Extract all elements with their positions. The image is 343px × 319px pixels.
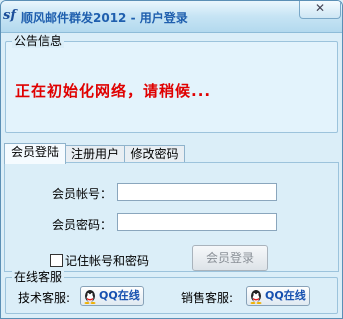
announcement-legend: 公告信息 <box>12 34 65 48</box>
tab-change-password[interactable]: 修改密码 <box>124 145 185 163</box>
close-icon: ✕ <box>314 1 326 15</box>
announcement-panel: 公告信息 正在初始化网络，请稍候... <box>5 34 338 133</box>
tab-member-login[interactable]: 会员登陆 <box>4 143 66 164</box>
account-label: 会员帐号： <box>52 187 113 201</box>
password-label: 会员密码： <box>52 218 113 232</box>
online-support-legend: 在线客服 <box>12 270 65 284</box>
announcement-message: 正在初始化网络，请稍候... <box>15 82 212 100</box>
tech-qq-label: QQ在线 <box>99 289 140 302</box>
online-support-panel: 在线客服 技术客服: QQ在线 销售客服: QQ在线 <box>5 270 338 314</box>
tab-register[interactable]: 注册用户 <box>65 145 125 163</box>
sales-support-qq-button[interactable]: QQ在线 <box>246 286 310 306</box>
password-input[interactable] <box>117 213 277 231</box>
tech-support-qq-button[interactable]: QQ在线 <box>80 286 144 306</box>
login-window: sf 顺风邮件群发2012 - 用户登录 ✕ 公告信息 正在初始化网络，请稍候.… <box>0 0 343 319</box>
qq-penguin-icon <box>84 290 96 304</box>
title-bar[interactable]: sf 顺风邮件群发2012 - 用户登录 ✕ <box>1 1 342 33</box>
qq-penguin-icon <box>250 290 262 304</box>
account-input[interactable] <box>117 183 277 201</box>
close-button[interactable]: ✕ <box>299 1 341 19</box>
remember-label[interactable]: 记住帐号和密码 <box>65 252 149 269</box>
login-button[interactable]: 会员登录 <box>192 245 268 271</box>
window-title: 顺风邮件群发2012 - 用户登录 <box>21 11 188 25</box>
sales-support-label: 销售客服: <box>181 291 234 305</box>
sales-qq-label: QQ在线 <box>265 289 306 302</box>
remember-checkbox[interactable] <box>50 254 63 267</box>
tech-support-label: 技术客服: <box>18 291 71 305</box>
login-form: 会员帐号： 会员密码： 记住帐号和密码 会员登录 <box>4 162 339 272</box>
app-logo-icon: sf <box>3 8 16 23</box>
